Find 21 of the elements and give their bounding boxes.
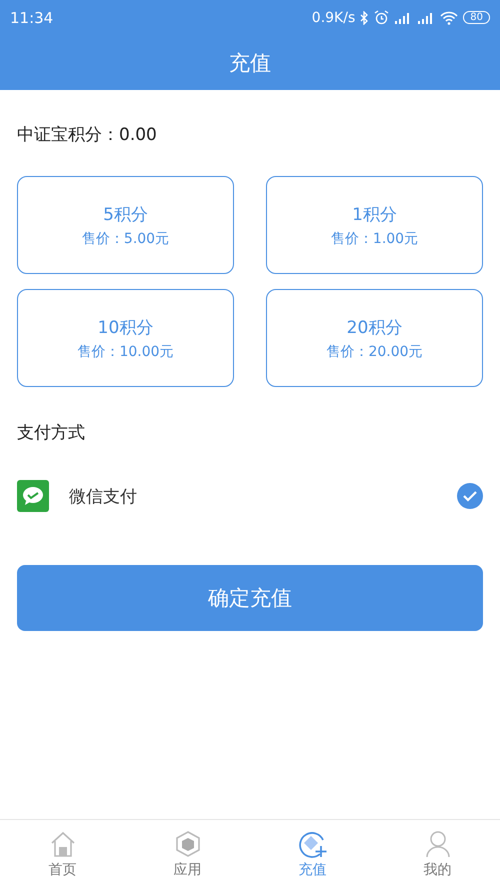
points-balance: 中证宝积分：0.00 bbox=[17, 124, 158, 146]
house-icon bbox=[48, 830, 76, 858]
package-card[interactable]: 10积分 售价：10.00元 bbox=[17, 289, 234, 387]
person-icon bbox=[424, 830, 452, 858]
alarm-icon bbox=[374, 10, 390, 25]
status-time: 11:34 bbox=[10, 8, 54, 26]
package-card[interactable]: 5积分 售价：5.00元 bbox=[17, 176, 234, 274]
cube-icon bbox=[174, 830, 202, 858]
bluetooth-icon bbox=[360, 10, 370, 24]
package-card[interactable]: 1积分 售价：1.00元 bbox=[266, 176, 483, 274]
page-title: 充值 bbox=[229, 50, 271, 76]
submit-button[interactable]: 确定充值 bbox=[17, 565, 483, 631]
checkbox[interactable] bbox=[457, 483, 483, 509]
battery-indicator: 80 bbox=[463, 11, 490, 24]
network-speed: 0.9K/s bbox=[312, 10, 356, 26]
package-card[interactable]: 20积分 售价：20.00元 bbox=[266, 289, 483, 387]
wifi-icon bbox=[440, 10, 458, 24]
diamond-plus-icon bbox=[298, 830, 328, 858]
payment-option-label: 微信支付 bbox=[69, 486, 138, 508]
chat-bubble-icon bbox=[17, 480, 49, 512]
section-title: 支付方式 bbox=[17, 422, 86, 444]
